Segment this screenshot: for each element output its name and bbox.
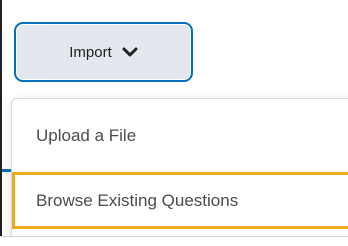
menu-item-upload-file-label: Upload a File [36, 125, 137, 145]
underlying-content-strip [0, 236, 348, 246]
import-dropdown-menu: Upload a File Browse Existing Questions [11, 98, 348, 246]
menu-item-browse-existing-questions[interactable]: Browse Existing Questions [12, 172, 348, 229]
import-button[interactable]: Import [14, 22, 193, 82]
menu-item-upload-file[interactable]: Upload a File [12, 99, 348, 172]
selection-marker [2, 169, 11, 172]
left-edge-border [0, 0, 2, 246]
chevron-down-icon [122, 46, 138, 58]
import-button-label: Import [69, 43, 112, 61]
page: Import Upload a File Browse Existing Que… [0, 0, 348, 246]
menu-item-browse-existing-questions-label: Browse Existing Questions [36, 190, 239, 210]
